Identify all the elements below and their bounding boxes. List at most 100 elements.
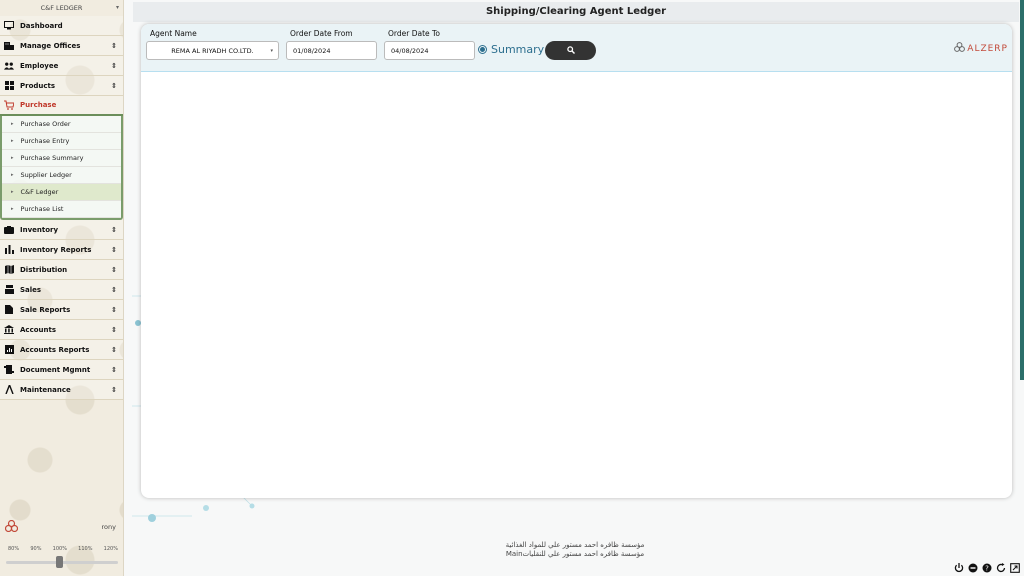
expand-icon: ⇕ [111,325,117,334]
sidebar-item-sale-reports[interactable]: Sale Reports ⇕ [0,300,123,320]
help-icon[interactable]: ? [981,562,992,573]
company-name-line1: مؤسسة ظافره احمد مستور علي للمواد الغذائ… [505,541,645,549]
search-icon [566,45,575,56]
document-icon [4,365,14,375]
footer: مؤسسة ظافره احمد مستور علي للمواد الغذائ… [460,541,690,559]
expand-icon: ⇕ [111,365,117,374]
minus-circle-icon[interactable] [967,562,978,573]
brand-logo: ALZERP [954,42,1008,55]
register-icon [4,285,14,295]
box-icon [4,225,14,235]
cart-icon [4,100,14,110]
footer-toolbar: ? [953,562,1020,573]
expand-icon: ⇕ [111,385,117,394]
summary-radio[interactable]: Summary [478,43,544,56]
report-icon [4,305,14,315]
submenu-item-purchase-entry[interactable]: ▸ Purchase Entry [2,133,121,150]
monitor-icon [4,21,14,31]
zoom-label: 90% [30,546,42,552]
svg-text:?: ? [985,564,989,572]
username[interactable]: rony [102,523,116,531]
sidebar-item-label: Dashboard [20,21,63,30]
page-title: Shipping/Clearing Agent Ledger [133,2,1019,22]
fullscreen-icon[interactable] [1009,562,1020,573]
sidebar-item-distribution[interactable]: Distribution ⇕ [0,260,123,280]
radio-selected-icon [478,45,487,54]
sidebar-item-label: Inventory [20,225,59,234]
sidebar-item-accounts[interactable]: Accounts ⇕ [0,320,123,340]
bank-icon [4,325,14,335]
zoom-slider-thumb[interactable] [56,556,63,568]
order-date-to-value: 04/08/2024 [391,46,429,55]
agent-name-value: REMA AL RIYADH CO.LTD. [171,46,254,55]
search-button[interactable] [545,41,596,60]
submenu-item-label: Purchase List [20,205,64,213]
sidebar-item-label: Manage Offices [20,41,81,50]
sidebar-item-label: Employee [20,61,59,70]
caret-right-icon: ▸ [11,121,14,127]
submenu-item-supplier-ledger[interactable]: ▸ Supplier Ledger [2,167,121,184]
submenu-item-label: C&F Ledger [20,188,59,196]
sidebar-item-inventory[interactable]: Inventory ⇕ [0,220,123,240]
order-date-from-value: 01/08/2024 [293,46,331,55]
caret-right-icon: ▸ [11,155,14,161]
sidebar-item-label: Sale Reports [20,305,71,314]
brand-logo-icon [4,519,19,534]
submenu-item-purchase-list[interactable]: ▸ Purchase List [2,201,121,218]
summary-label: Summary [491,43,545,56]
expand-icon: ⇕ [111,81,117,90]
sidebar-item-document-mgmnt[interactable]: Document Mgmnt ⇕ [0,360,123,380]
sidebar-item-accounts-reports[interactable]: Accounts Reports ⇕ [0,340,123,360]
sidebar-footer: rony 80% 90% 100% 110% 120% [0,516,124,576]
order-date-from-label: Order Date From [290,29,353,38]
sidebar-item-label: Maintenance [20,385,71,394]
sidebar-item-dashboard[interactable]: Dashboard [0,16,123,36]
zoom-label: 100% [52,546,67,552]
map-icon [4,265,14,275]
sidebar-item-inventory-reports[interactable]: Inventory Reports ⇕ [0,240,123,260]
sidebar-item-label: Purchase [20,101,57,109]
order-date-to-label: Order Date To [388,29,440,38]
submenu-item-cf-ledger[interactable]: ▸ C&F Ledger [2,184,121,201]
refresh-icon[interactable] [995,562,1006,573]
order-date-to-input[interactable]: 04/08/2024 [384,41,475,60]
bar-chart-icon [4,245,14,255]
expand-icon: ⇕ [111,61,117,70]
expand-icon: ⇕ [111,265,117,274]
sidebar-item-employee[interactable]: Employee ⇕ [0,56,123,76]
chevron-down-icon: ▾ [115,4,119,11]
brand-name: ALZERP [967,43,1008,54]
caret-right-icon: ▸ [11,206,14,212]
brand-mark-icon [954,42,966,55]
zoom-label: 110% [78,546,93,552]
company-name-line2: Mainمؤسسة ظافره احمد مستور علي للنقليات [505,550,645,558]
sidebar-item-sales[interactable]: Sales ⇕ [0,280,123,300]
sidebar-item-purchase[interactable]: Purchase [0,96,123,116]
submenu-item-label: Purchase Entry [20,137,70,145]
scrollbar[interactable] [1020,0,1024,380]
zoom-label: 120% [103,546,118,552]
sidebar-item-manage-offices[interactable]: Manage Offices ⇕ [0,36,123,56]
caret-right-icon: ▸ [11,189,14,195]
expand-icon: ⇕ [111,225,117,234]
expand-icon: ⇕ [111,285,117,294]
sidebar-item-products[interactable]: Products ⇕ [0,76,123,96]
sidebar: C&F LEDGER ▾ Dashboard Manage Offices ⇕ … [0,0,124,576]
power-icon[interactable] [953,562,964,573]
agent-name-select[interactable]: REMA AL RIYADH CO.LTD. ▾ [146,41,279,60]
sidebar-item-label: Document Mgmnt [20,365,91,374]
users-icon [4,61,14,71]
sidebar-item-label: Sales [20,285,42,294]
expand-icon: ⇕ [111,41,117,50]
submenu-item-purchase-order[interactable]: ▸ Purchase Order [2,116,121,133]
sidebar-item-label: Inventory Reports [20,245,92,254]
submenu-item-label: Purchase Order [20,120,71,128]
sidebar-item-maintenance[interactable]: Maintenance ⇕ [0,380,123,400]
sidebar-item-label: Distribution [20,265,68,274]
submenu-item-label: Supplier Ledger [20,171,72,179]
ledger-panel: Agent Name REMA AL RIYADH CO.LTD. ▾ Orde… [141,24,1012,498]
grid-icon [4,81,14,91]
module-selector[interactable]: C&F LEDGER ▾ [0,0,123,16]
order-date-from-input[interactable]: 01/08/2024 [286,41,377,60]
submenu-item-purchase-summary[interactable]: ▸ Purchase Summary [2,150,121,167]
